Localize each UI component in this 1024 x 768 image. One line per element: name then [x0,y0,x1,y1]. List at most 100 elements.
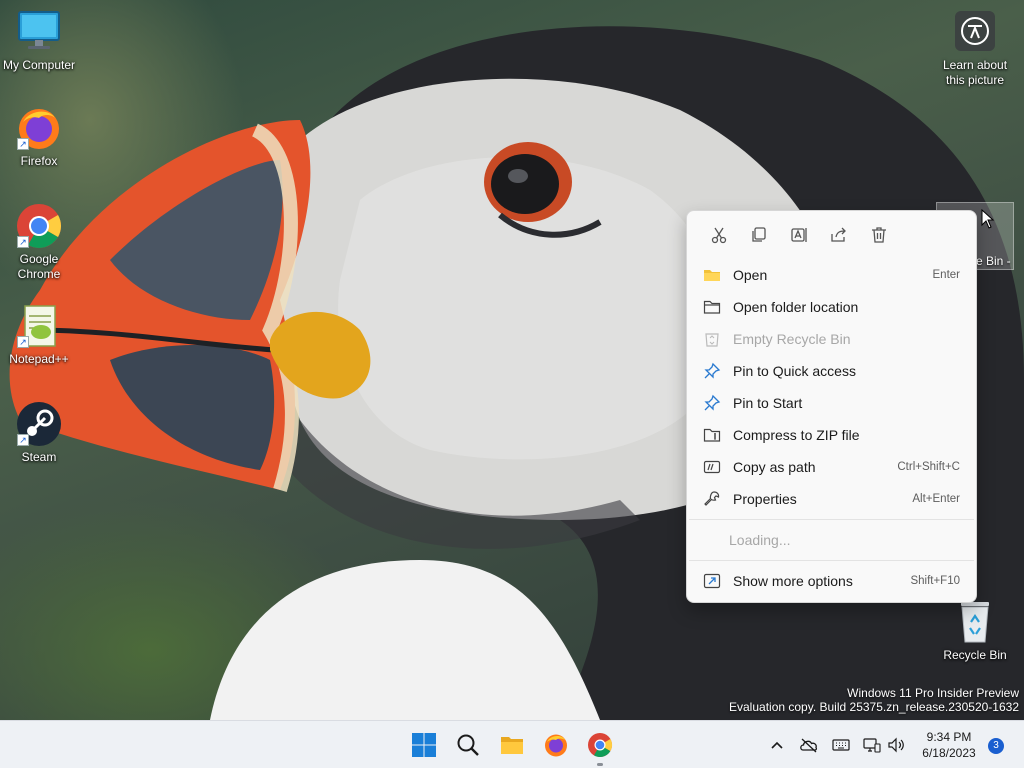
shortcut-arrow-icon: ↗ [17,236,29,248]
recycle-bin-icon [951,598,999,646]
menu-item-pin-to-start[interactable]: Pin to Start [691,387,972,419]
desktop-icon-label: Steam [21,450,57,464]
menu-item-pin-to-quick-access[interactable]: Pin to Quick access [691,355,972,387]
taskbar-firefox[interactable] [538,727,574,763]
firefox-icon: ↗ [15,104,63,152]
taskbar-clock[interactable]: 9:34 PM 6/18/2023 [914,729,984,761]
desktop-icon-steam[interactable]: ↗ Steam [1,400,77,465]
menu-item-open-folder-location[interactable]: Open folder location [691,291,972,323]
share-icon [831,227,846,242]
firefox-icon [545,734,567,757]
clock-time: 9:34 PM [926,730,972,744]
folder-icon [703,300,721,314]
recycle-bin-icon [705,333,719,347]
share-button[interactable] [819,217,859,253]
network-icon [863,738,881,753]
taskbar-chrome[interactable] [582,727,618,766]
running-indicator [597,763,603,766]
tray-overflow-button[interactable] [767,735,787,755]
desktop-icon-label: Learn about this picture [942,58,1008,87]
mouse-cursor-icon [981,209,995,229]
wrench-icon [704,491,720,506]
desktop-icon-label: Firefox [20,154,58,168]
shortcut-arrow-icon: ↗ [17,138,29,150]
evaluation-watermark: Windows 11 Pro Insider Preview Evaluatio… [729,686,1019,714]
search-icon [457,734,479,756]
path-icon [703,460,721,474]
shortcut-arrow-icon: ↗ [17,434,29,446]
chrome-icon: ↗ [15,202,63,250]
desktop-icon-notepadpp[interactable]: ↗ Notepad++ [1,302,77,367]
tray-onedrive[interactable] [799,735,819,755]
menu-item-label: Properties [733,491,797,507]
menu-item-open[interactable]: Open Enter [691,259,972,291]
desktop-icon-label: Recycle Bin [943,648,1007,662]
menu-item-empty-recycle-bin[interactable]: Empty Recycle Bin [691,323,972,355]
start-button[interactable] [406,727,442,763]
delete-button[interactable] [859,217,899,253]
menu-separator [689,560,974,561]
desktop-icon-my-computer[interactable]: My Computer [1,8,77,73]
search-button[interactable] [450,727,486,763]
copy-button[interactable] [739,217,779,253]
camera-info-icon [954,10,996,52]
rename-button[interactable] [779,217,819,253]
menu-item-copy-as-path[interactable]: Copy as path Ctrl+Shift+C [691,451,972,483]
notification-badge[interactable]: 3 [988,738,1004,754]
volume-icon [888,737,904,753]
rename-icon [791,228,807,242]
menu-item-label: Empty Recycle Bin [733,331,851,347]
desktop-icon-google-chrome[interactable]: ↗ Google Chrome [1,202,77,282]
desktop-icon-firefox[interactable]: ↗ Firefox [1,104,77,169]
menu-item-shortcut: Enter [932,269,961,281]
shortcut-arrow-icon: ↗ [17,336,29,348]
delete-icon [872,227,886,243]
menu-item-properties[interactable]: Properties Alt+Enter [691,483,972,515]
cut-icon [711,227,727,244]
zip-icon [703,428,721,442]
desktop-icon-learn-about-picture[interactable]: Learn about this picture [936,10,1014,88]
menu-item-compress-to-zip[interactable]: Compress to ZIP file [691,419,972,451]
desktop-icon-label: Google Chrome [17,252,61,281]
notepadpp-icon: ↗ [15,302,63,350]
menu-item-shortcut: Ctrl+Shift+C [897,461,960,473]
onedrive-offline-icon [800,738,818,753]
file-explorer-icon [501,737,523,754]
clock-date: 6/18/2023 [922,746,976,760]
pin-icon [704,394,721,411]
menu-loading-text: Loading... [729,532,791,548]
tray-network[interactable] [862,735,882,755]
watermark-line-2: Evaluation copy. Build 25375.zn_release.… [729,700,1019,714]
tray-volume[interactable] [886,735,906,755]
monitor-icon [15,8,63,56]
desktop-icon-recycle-bin[interactable]: Recycle Bin [936,598,1014,663]
taskbar-file-explorer[interactable] [494,727,530,763]
menu-item-label: Copy as path [733,459,816,475]
menu-item-label: Pin to Quick access [733,363,856,379]
menu-item-show-more-options[interactable]: Show more options Shift+F10 [691,565,972,597]
menu-item-label: Compress to ZIP file [733,427,860,443]
menu-item-label: Open [733,267,768,283]
more-options-icon [703,573,721,589]
menu-item-label: Pin to Start [733,395,803,411]
watermark-line-1: Windows 11 Pro Insider Preview [847,686,1019,700]
menu-item-label: Open folder location [733,299,859,315]
selected-icon-label: e Bin - [976,254,1011,268]
menu-item-label: Show more options [733,573,853,589]
keyboard-icon [832,739,850,751]
folder-open-icon [704,270,720,281]
pin-icon [704,362,721,379]
copy-icon [752,227,766,242]
steam-icon: ↗ [15,400,63,448]
windows-start-icon [412,733,436,757]
context-menu: Open Enter Open folder location Empty Re… [686,210,977,603]
chevron-up-icon [771,741,783,749]
desktop-icon-label: My Computer [2,58,76,72]
menu-separator [689,519,974,520]
menu-item-shortcut: Alt+Enter [912,493,960,505]
cut-button[interactable] [699,217,739,253]
context-menu-toolbar [687,211,976,259]
chrome-icon [588,733,613,758]
taskbar: 9:34 PM 6/18/2023 3 [0,720,1024,768]
tray-keyboard[interactable] [831,735,851,755]
